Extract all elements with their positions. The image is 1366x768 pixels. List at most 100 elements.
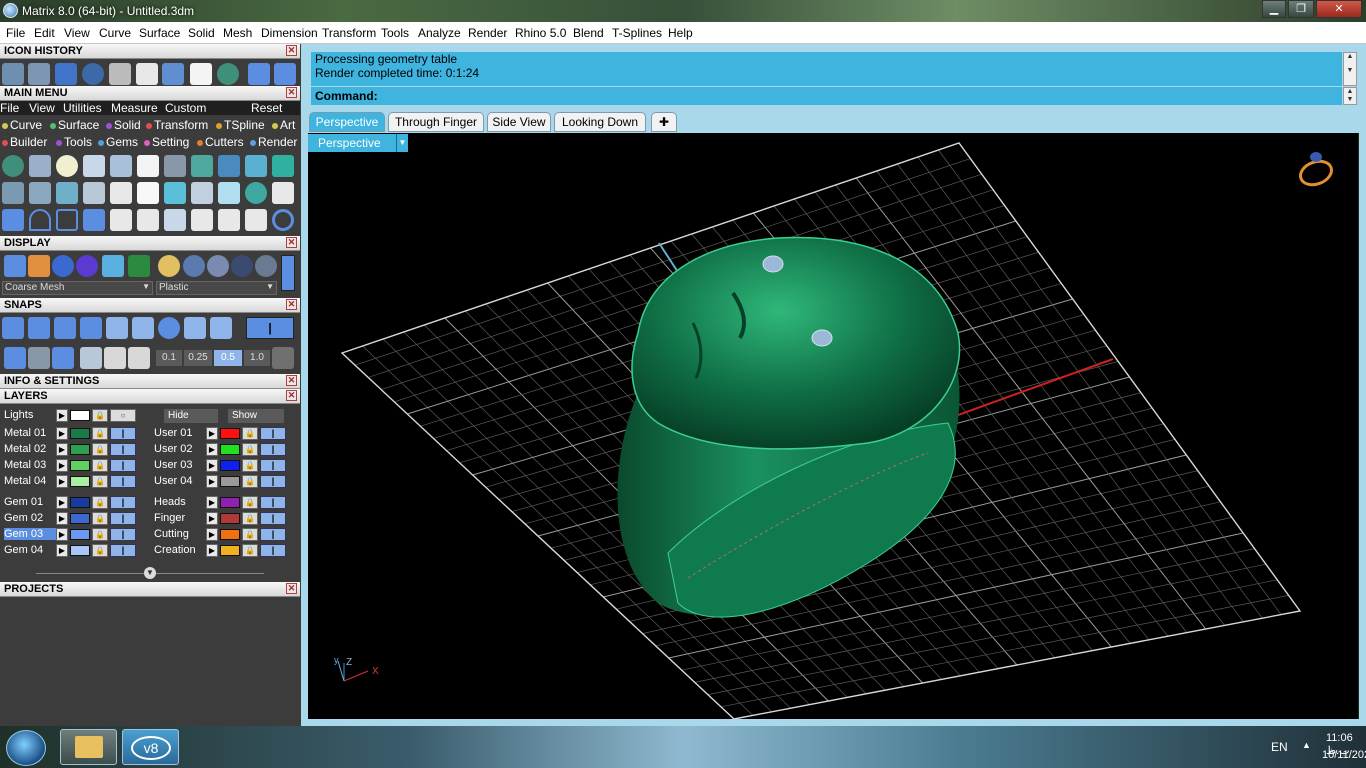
viewport-layout-icon[interactable] bbox=[128, 255, 150, 277]
snap-lock-icon[interactable]: | bbox=[246, 317, 294, 339]
lock-icon[interactable]: 🔒 bbox=[92, 512, 108, 525]
layer-color-swatch[interactable] bbox=[220, 460, 240, 471]
tab-side-view[interactable]: Side View bbox=[487, 112, 551, 132]
bulb-icon[interactable]: ○ bbox=[110, 409, 136, 422]
layer-color-swatch[interactable] bbox=[70, 428, 90, 439]
mm-setting[interactable]: Setting bbox=[144, 135, 189, 149]
play-icon[interactable]: ▶ bbox=[206, 512, 218, 525]
layer-row[interactable]: Metal 01 ▶ 🔒 | bbox=[0, 426, 140, 441]
play-icon[interactable]: ▶ bbox=[56, 459, 68, 472]
language-indicator[interactable]: EN bbox=[1271, 740, 1288, 754]
layer-row[interactable]: Metal 02 ▶ 🔒 | bbox=[0, 442, 140, 457]
layer-color-swatch[interactable] bbox=[70, 529, 90, 540]
page-icon[interactable] bbox=[137, 209, 159, 231]
report-icon[interactable] bbox=[272, 182, 294, 204]
history-scrollbar[interactable]: ▲ ▼ bbox=[1343, 52, 1357, 86]
spray-icon[interactable] bbox=[164, 209, 186, 231]
menu-transform[interactable]: Transform bbox=[322, 26, 376, 40]
play-icon[interactable]: ▶ bbox=[56, 409, 68, 422]
visibility-toggle[interactable]: | bbox=[110, 496, 136, 509]
mirror-icon[interactable] bbox=[83, 209, 105, 231]
viewport-name-dropdown[interactable]: Perspective ▼ bbox=[308, 134, 408, 152]
close-icon[interactable]: ✕ bbox=[286, 583, 297, 594]
mm-reset[interactable]: Reset bbox=[251, 101, 282, 115]
clock-date[interactable]: 10/11/2022 bbox=[1322, 749, 1366, 761]
layer-row[interactable]: Gem 04 ▶ 🔒 | bbox=[0, 543, 140, 558]
sun-light-icon[interactable] bbox=[56, 155, 78, 177]
visibility-toggle[interactable]: | bbox=[110, 427, 136, 440]
mm-file[interactable]: File bbox=[0, 101, 19, 115]
layer-color-swatch[interactable] bbox=[220, 545, 240, 556]
silver-material-icon[interactable] bbox=[183, 255, 205, 277]
layer-row[interactable]: Cutting ▶ 🔒 | bbox=[150, 527, 290, 542]
snap-center-icon[interactable] bbox=[106, 317, 128, 339]
snap-step-025[interactable]: 0.25 bbox=[184, 350, 212, 366]
copy-icon[interactable] bbox=[136, 63, 158, 85]
layer-row[interactable]: Metal 03 ▶ 🔒 | bbox=[0, 458, 140, 473]
move-icon[interactable] bbox=[110, 209, 132, 231]
pave-icon[interactable] bbox=[56, 182, 78, 204]
layer-color-swatch[interactable] bbox=[70, 497, 90, 508]
menu-rhino[interactable]: Rhino 5.0 bbox=[515, 26, 566, 40]
hide-button[interactable]: Hide bbox=[164, 409, 218, 423]
visibility-toggle[interactable]: | bbox=[110, 443, 136, 456]
layer-row[interactable]: User 01 ▶ 🔒 | bbox=[150, 426, 290, 441]
lock-icon[interactable]: 🔒 bbox=[92, 459, 108, 472]
visibility-toggle[interactable]: | bbox=[260, 459, 286, 472]
link-icon[interactable] bbox=[191, 209, 213, 231]
mm-tools[interactable]: Tools bbox=[56, 135, 92, 149]
ring-wizard-icon[interactable] bbox=[83, 182, 105, 204]
menu-render[interactable]: Render bbox=[468, 26, 507, 40]
lock-icon[interactable]: 🔒 bbox=[92, 528, 108, 541]
globe-icon[interactable] bbox=[245, 182, 267, 204]
command-scrollbar[interactable]: ▲ ▼ bbox=[1343, 87, 1357, 105]
snap-near-icon[interactable] bbox=[28, 317, 50, 339]
gold-material-icon[interactable] bbox=[158, 255, 180, 277]
mm-render[interactable]: Render bbox=[250, 135, 297, 149]
visibility-toggle[interactable]: | bbox=[260, 512, 286, 525]
layer-row[interactable]: User 03 ▶ 🔒 | bbox=[150, 458, 290, 473]
menu-tools[interactable]: Tools bbox=[381, 26, 409, 40]
logo-tool-icon[interactable] bbox=[2, 155, 24, 177]
layer-color-swatch[interactable] bbox=[220, 497, 240, 508]
bezel-icon[interactable] bbox=[29, 155, 51, 177]
layer-row[interactable]: Gem 01 ▶ 🔒 | bbox=[0, 495, 140, 510]
display-slider[interactable] bbox=[281, 255, 295, 291]
visibility-toggle[interactable]: | bbox=[260, 443, 286, 456]
play-icon[interactable]: ▶ bbox=[56, 528, 68, 541]
grid-snap-icon[interactable] bbox=[4, 347, 26, 369]
mm-art[interactable]: Art bbox=[272, 118, 295, 132]
lock-icon[interactable]: 🔒 bbox=[242, 427, 258, 440]
chip-icon[interactable] bbox=[137, 155, 159, 177]
snap-perp-icon[interactable] bbox=[184, 317, 206, 339]
layer-color-swatch[interactable] bbox=[70, 460, 90, 471]
prong-icon[interactable] bbox=[191, 182, 213, 204]
hatch-icon[interactable] bbox=[164, 155, 186, 177]
perspective-icon[interactable] bbox=[162, 63, 184, 85]
curve-draw-icon[interactable] bbox=[55, 63, 77, 85]
forward-arrow-icon[interactable] bbox=[274, 63, 296, 85]
visibility-toggle[interactable]: | bbox=[110, 528, 136, 541]
mesh-select[interactable]: Coarse Mesh ▼ bbox=[2, 281, 153, 295]
visibility-toggle[interactable]: | bbox=[110, 512, 136, 525]
lock-icon[interactable]: 🔒 bbox=[242, 475, 258, 488]
play-icon[interactable]: ▶ bbox=[206, 427, 218, 440]
visibility-toggle[interactable]: | bbox=[110, 544, 136, 557]
play-icon[interactable]: ▶ bbox=[56, 544, 68, 557]
menu-mesh[interactable]: Mesh bbox=[223, 26, 252, 40]
layer-color-swatch[interactable] bbox=[70, 545, 90, 556]
crosshair-icon[interactable] bbox=[272, 347, 294, 369]
visibility-toggle[interactable]: | bbox=[260, 528, 286, 541]
planar-icon[interactable] bbox=[104, 347, 126, 369]
cone-icon[interactable] bbox=[110, 155, 132, 177]
layer-row[interactable]: Finger ▶ 🔒 | bbox=[150, 511, 290, 526]
mm-builder[interactable]: Builder bbox=[2, 135, 47, 149]
mm-gems[interactable]: Gems bbox=[98, 135, 138, 149]
snap-point-icon[interactable] bbox=[54, 317, 76, 339]
layer-row[interactable]: User 02 ▶ 🔒 | bbox=[150, 442, 290, 457]
lock-icon[interactable]: 🔒 bbox=[242, 544, 258, 557]
menu-surface[interactable]: Surface bbox=[139, 26, 180, 40]
curve-offset-icon[interactable] bbox=[56, 209, 78, 231]
lock-icon[interactable]: 🔒 bbox=[242, 496, 258, 509]
play-icon[interactable]: ▶ bbox=[206, 443, 218, 456]
